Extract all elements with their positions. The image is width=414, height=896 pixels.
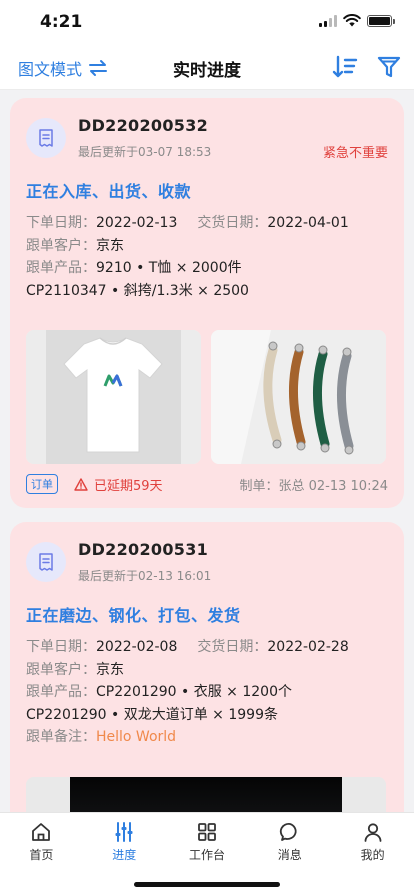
tab-label: 工作台 [188, 848, 225, 862]
filter-icon[interactable] [376, 54, 402, 80]
status-icons [319, 14, 395, 27]
card-footer: 订单 已延期59天 制单：张总 02-13 10:24 [26, 474, 388, 494]
home-indicator [134, 882, 280, 887]
tab-progress[interactable]: 进度 [83, 813, 166, 865]
warning-icon [74, 477, 88, 491]
tab-label: 首页 [29, 848, 54, 862]
product-line: CP2110347 • 斜挎/1.3米 × 2500 [26, 282, 249, 299]
progress-status: 正在磨边、钢化、打包、发货 [26, 606, 241, 625]
product-images [26, 330, 388, 464]
receipt-icon [26, 118, 66, 158]
priority-label: 紧急不重要 [322, 146, 388, 161]
wifi-icon [343, 14, 361, 27]
chain-strap-image[interactable] [211, 330, 386, 464]
tab-workbench[interactable]: 工作台 [166, 813, 249, 865]
order-info: 下单日期：2022-02-13 交货日期：2022-04-01 跟单客户：京东 跟… [26, 212, 388, 302]
order-number: DD220200531 [78, 540, 209, 559]
order-card[interactable]: DD220200531 最后更新于02-13 16:01 正在磨边、钢化、打包、… [10, 522, 404, 812]
order-info: 下单日期：2022-02-08 交货日期：2022-02-28 跟单客户：京东 跟… [26, 636, 388, 749]
product-label: 跟单产品： [26, 684, 96, 700]
tab-label: 进度 [112, 848, 137, 862]
delivery-date-label: 交货日期： [197, 639, 268, 655]
status-time: 4:21 [40, 12, 83, 32]
customer-value: 京东 [96, 237, 124, 254]
note-label: 跟单备注： [26, 729, 96, 745]
product-label: 跟单产品： [26, 260, 96, 276]
delivery-date: 2022-04-01 [267, 215, 349, 231]
sort-icon[interactable] [332, 54, 358, 80]
maker-info: 制单：张总 02-13 10:24 [239, 478, 388, 494]
tab-home[interactable]: 首页 [0, 813, 83, 865]
order-tag: 订单 [26, 474, 58, 494]
order-date: 2022-02-08 [96, 639, 178, 655]
order-number: DD220200532 [78, 116, 209, 135]
app-screen: 4:21 图文模式 实时进度 DD220200532 最后更新于03-07 18… [0, 0, 414, 896]
tab-mine[interactable]: 我的 [331, 813, 414, 865]
nav-bar: 图文模式 实时进度 [0, 44, 414, 90]
order-date: 2022-02-13 [96, 215, 178, 231]
message-icon [279, 823, 297, 841]
product-line: 9210 • T恤 × 2000件 [96, 260, 242, 276]
order-card[interactable]: DD220200532 最后更新于03-07 18:53 紧急不重要 正在入库、… [10, 98, 404, 508]
order-date-label: 下单日期： [26, 639, 96, 655]
tab-label: 我的 [360, 848, 385, 862]
home-icon [32, 823, 51, 841]
overdue-status: 已延期59天 [74, 475, 163, 494]
nav-actions [332, 54, 402, 80]
cellular-signal-icon [319, 14, 337, 27]
overdue-text: 已延期59天 [94, 478, 163, 494]
grid-icon [198, 823, 216, 841]
sliders-icon [115, 822, 133, 842]
view-mode-toggle[interactable]: 图文模式 [18, 56, 108, 80]
product-image[interactable] [26, 776, 386, 812]
customer-value: 京东 [96, 661, 124, 678]
progress-status: 正在入库、出货、收款 [26, 182, 192, 201]
tab-messages[interactable]: 消息 [248, 813, 331, 865]
customer-label: 跟单客户： [26, 661, 96, 678]
last-updated: 最后更新于02-13 16:01 [78, 569, 212, 583]
tab-bar: 首页 进度 工作台 消息 我的 [0, 812, 414, 896]
order-date-label: 下单日期： [26, 215, 96, 231]
receipt-icon [26, 542, 66, 582]
tab-label: 消息 [277, 848, 302, 862]
delivery-date: 2022-02-28 [267, 639, 349, 655]
view-mode-label: 图文模式 [18, 60, 83, 79]
product-line: CP2201290 • 衣服 × 1200个 [96, 684, 292, 700]
battery-icon [367, 14, 395, 27]
product-images [26, 776, 388, 812]
last-updated: 最后更新于03-07 18:53 [78, 145, 212, 159]
note-value: Hello World [96, 729, 177, 745]
card-header: DD220200531 最后更新于02-13 16:01 [26, 540, 388, 584]
order-list: DD220200532 最后更新于03-07 18:53 紧急不重要 正在入库、… [0, 90, 414, 812]
delivery-date-label: 交货日期： [197, 215, 268, 231]
swap-icon [89, 60, 108, 76]
customer-label: 跟单客户： [26, 237, 96, 254]
product-line: CP2201290 • 双龙大道订单 × 1999条 [26, 706, 278, 723]
tshirt-image[interactable] [26, 330, 201, 464]
user-icon [364, 823, 381, 842]
status-bar: 4:21 [0, 0, 414, 44]
